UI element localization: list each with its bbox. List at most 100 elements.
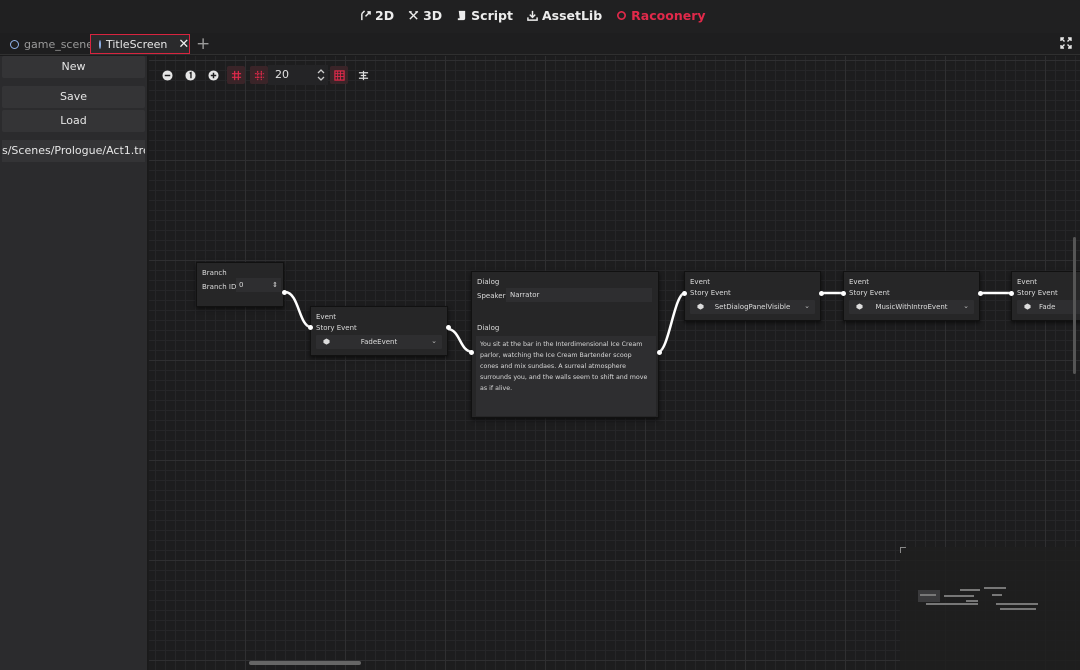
input-port[interactable] [469,350,474,355]
arrange-icon [358,70,368,80]
script-icon [457,10,466,21]
load-button[interactable]: Load [2,110,145,132]
snap-distance-value: 20 [275,68,289,81]
tab-assetlib[interactable]: AssetLib [527,8,602,23]
vertical-scrollbar[interactable] [1073,237,1076,374]
chevron-down-icon: ⌄ [431,337,437,345]
minimap-node [984,587,1006,589]
minimap-node [948,603,978,605]
story-event-label: Story Event [1017,289,1058,297]
3d-icon [408,11,419,20]
chevron-down-icon: ⌄ [963,302,969,310]
output-port[interactable] [282,290,287,295]
minimap-toggle-button[interactable] [330,66,348,84]
file-path-field[interactable]: s/Scenes/Prologue/Act1.tres [2,140,145,162]
event-select-value: MusicWithIntroEvent [875,303,948,311]
save-button[interactable]: Save [2,86,145,108]
event-select-value: Fade [1039,303,1056,311]
minimap-node [960,589,980,591]
add-scene-tab-button[interactable]: + [196,34,210,54]
branch-id-label: Branch ID [202,283,237,291]
2d-icon [361,10,371,21]
event-node-music[interactable]: Event Story Event MusicWithIntroEvent ⌄ [841,271,983,321]
event-node-fade-2[interactable]: Event Story Event Fade [1009,271,1080,321]
tab-2d-label: 2D [375,8,395,23]
node-title: Event [1017,278,1038,286]
node-title: Event [690,278,711,286]
input-port[interactable] [841,291,846,296]
output-port[interactable] [978,291,983,296]
input-port[interactable] [682,291,687,296]
minimap-resize-handle[interactable] [900,547,906,553]
event-select[interactable]: FadeEvent ⌄ [316,335,442,349]
output-port[interactable] [657,350,662,355]
fullscreen-icon[interactable] [1060,37,1072,49]
node-title: Dialog [477,278,500,286]
tab-2d[interactable]: 2D [360,8,394,23]
scene-tab-game-scene[interactable]: game_scene [2,34,101,54]
tab-assetlib-label: AssetLib [541,8,603,23]
snap-grid-icon [254,70,264,80]
horizontal-scrollbar[interactable] [249,661,361,665]
resource-icon [1024,303,1031,310]
event-select-value: FadeEvent [360,338,398,346]
tab-script[interactable]: Script [456,8,513,23]
event-select[interactable]: SetDialogPanelVisible ⌄ [690,300,815,314]
scene-node-icon [99,39,101,49]
zoom-in-icon [207,69,219,81]
minimap[interactable] [900,547,1080,670]
event-node-fade[interactable]: Event Story Event FadeEvent ⌄ [308,306,451,356]
event-select-value: SetDialogPanelVisible [714,303,791,311]
spinner-arrows-icon[interactable]: ⇕ [272,278,278,292]
arrange-nodes-button[interactable] [355,66,371,84]
dialog-label: Dialog [477,324,500,332]
node-title: Branch [202,269,227,277]
output-port[interactable] [819,291,824,296]
event-select[interactable]: MusicWithIntroEvent ⌄ [849,300,974,314]
speaker-input[interactable]: Narrator [506,288,652,302]
spinner-arrows-icon[interactable] [317,68,325,82]
input-port[interactable] [1009,291,1014,296]
toggle-snap-button[interactable] [250,66,268,84]
branch-id-input[interactable]: 0 ⇕ [236,278,281,292]
event-select[interactable]: Fade [1017,300,1080,314]
scene-tab-label: TitleScreen [106,37,168,51]
minimap-icon [333,69,345,81]
minimap-node [1000,608,1036,610]
wire-branch-event [284,290,312,329]
event-node-set-dialog-panel[interactable]: Event Story Event SetDialogPanelVisible … [682,271,824,321]
close-icon[interactable]: ✕ [178,37,189,52]
dialog-textarea[interactable]: You sit at the bar in the Interdimension… [476,336,656,416]
node-title: Event [849,278,870,286]
wire-event-dialog [446,327,474,354]
tab-3d-label: 3D [423,8,443,23]
new-button[interactable]: New [2,56,145,78]
zoom-out-icon [161,69,173,81]
story-event-label: Story Event [849,289,890,297]
tab-3d[interactable]: 3D [408,8,442,23]
minimap-node [966,600,978,602]
snap-distance-input[interactable]: 20 [268,65,328,85]
zoom-reset-button[interactable] [182,66,198,84]
toggle-grid-button[interactable] [227,66,245,84]
dialog-node[interactable]: Dialog Speaker Narrator Dialog You sit a… [469,271,662,418]
node-title: Event [316,313,337,321]
input-port[interactable] [308,325,313,330]
tab-script-label: Script [471,8,513,23]
branch-node[interactable]: Branch Branch ID 0 ⇕ [196,262,287,307]
zoom-in-button[interactable] [205,66,221,84]
minimap-node [992,594,1002,596]
zoom-out-button[interactable] [159,66,175,84]
scene-tab-label: game_scene [24,37,93,51]
story-event-label: Story Event [690,289,731,297]
main-toolbar: 2D 3D Script AssetLib Racoonery [0,0,1080,33]
story-event-label: Story Event [316,324,357,332]
file-panel: New Save Load s/Scenes/Prologue/Act1.tre… [0,56,148,670]
minimap-viewport[interactable] [918,590,940,602]
scene-tab-title-screen[interactable]: TitleScreen ✕ [90,34,190,54]
assetlib-icon [527,10,538,21]
tab-racoonery[interactable]: Racoonery [616,8,706,23]
graph-editor[interactable]: 20 Branch Branch ID 0 ⇕ Event Story Even… [149,56,1080,670]
output-port[interactable] [446,325,451,330]
scene-tab-bar: game_scene TitleScreen ✕ + [0,33,1080,55]
